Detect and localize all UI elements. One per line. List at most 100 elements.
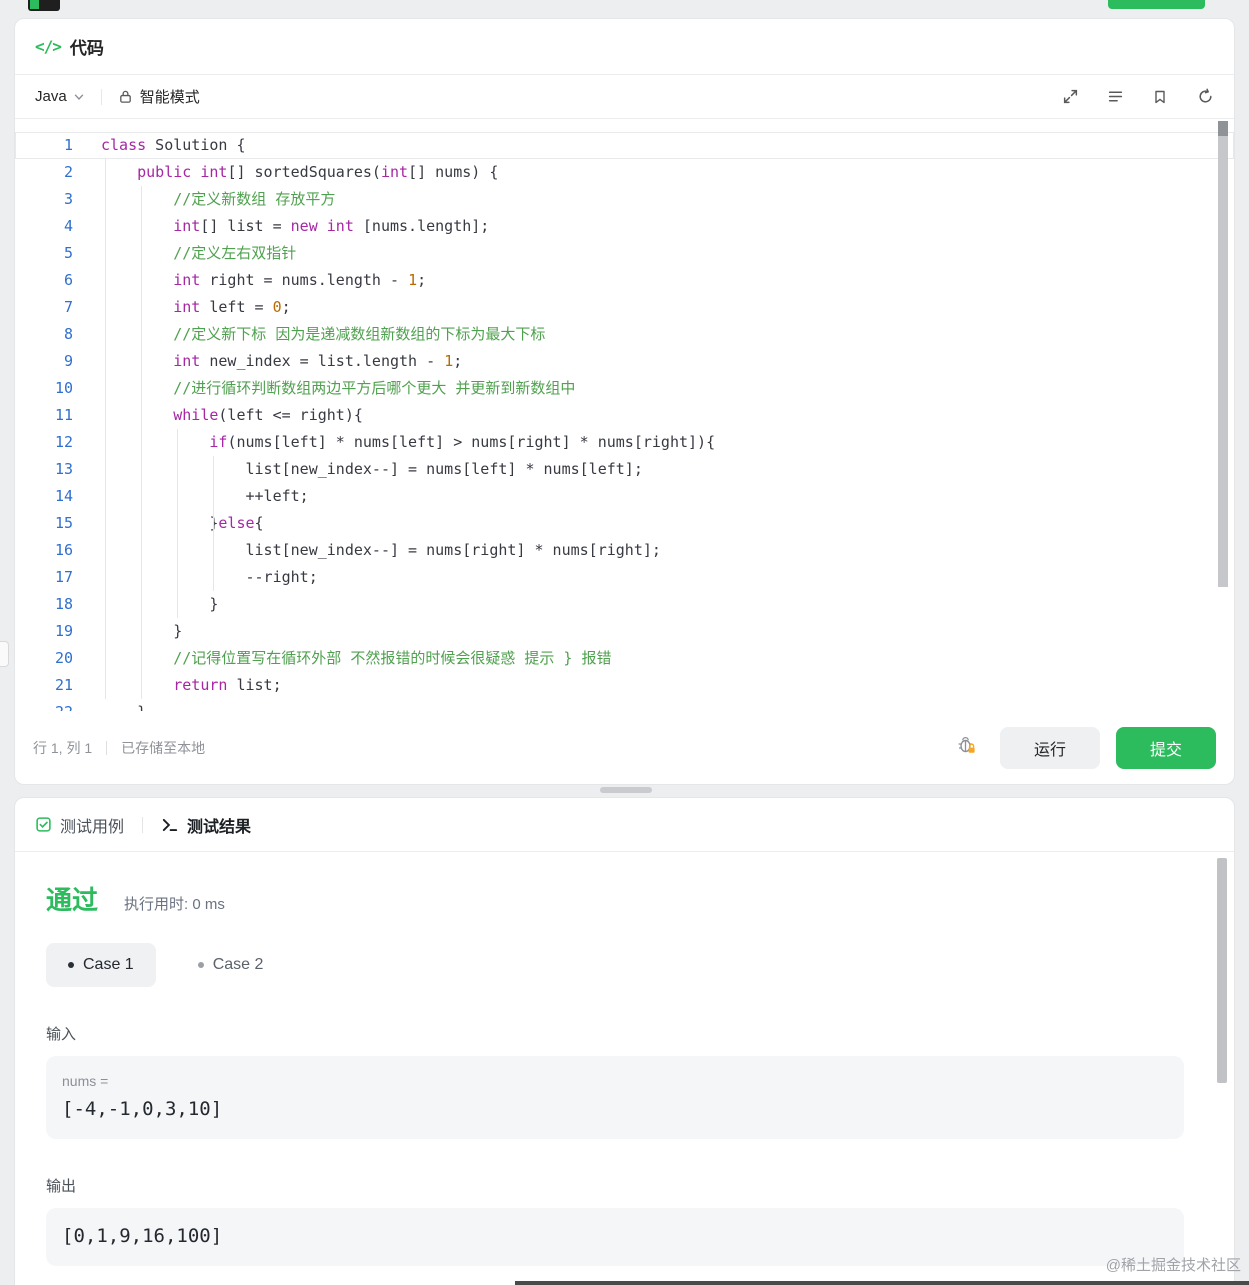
code-line[interactable]: 15 }else{ bbox=[15, 510, 1234, 537]
line-number: 17 bbox=[54, 568, 73, 586]
runtime-value: 0 ms bbox=[192, 896, 225, 913]
code-line[interactable]: 6 int right = nums.length - 1; bbox=[15, 267, 1234, 294]
runtime-label: 执行用时: bbox=[124, 896, 189, 913]
run-button[interactable]: 运行 bbox=[1000, 727, 1100, 769]
tab-testcase[interactable]: 测试用例 bbox=[35, 813, 124, 837]
code-line[interactable]: 11 while(left <= right){ bbox=[15, 402, 1234, 429]
submit-button[interactable]: 提交 bbox=[1116, 727, 1216, 769]
line-number: 12 bbox=[54, 433, 73, 451]
case-1-tab[interactable]: Case 1 bbox=[46, 943, 156, 987]
result-status[interactable]: 通过 bbox=[46, 880, 98, 917]
code-lines: 1 class Solution {2 public int[] sortedSq… bbox=[15, 132, 1234, 711]
line-number: 7 bbox=[63, 298, 73, 316]
code-line[interactable]: 13 list[new_index--] = nums[left] * nums… bbox=[15, 456, 1234, 483]
code-line[interactable]: 19 } bbox=[15, 618, 1234, 645]
indent-guide bbox=[177, 429, 178, 618]
debug-lock-icon[interactable] bbox=[956, 735, 978, 762]
watermark: @稀土掘金技术社区 bbox=[1105, 1257, 1241, 1274]
top-green-chip bbox=[30, 0, 39, 9]
checkbox-icon bbox=[36, 817, 51, 832]
case-bullet-icon bbox=[197, 962, 204, 968]
output-value: [0,1,9,16,100] bbox=[62, 1225, 223, 1247]
testcase-output-box: [0,1,9,16,100] bbox=[46, 1208, 1184, 1266]
status-divider bbox=[106, 741, 108, 755]
line-number: 10 bbox=[54, 379, 73, 397]
line-number: 21 bbox=[54, 676, 73, 694]
code-editor[interactable]: 1 class Solution {2 public int[] sortedSq… bbox=[15, 119, 1234, 711]
top-partial-strip bbox=[0, 0, 1249, 12]
editor-scrollbar-cap[interactable] bbox=[1218, 121, 1228, 136]
bottom-partial-strip bbox=[515, 1281, 1249, 1285]
editor-toolbar: Java 智能模式 bbox=[15, 75, 1234, 119]
input-section-label: 输入 bbox=[46, 1026, 77, 1043]
line-number: 16 bbox=[54, 541, 73, 559]
indent-guide bbox=[141, 186, 142, 699]
code-icon: </> bbox=[35, 37, 62, 56]
language-label: Java bbox=[35, 88, 67, 105]
line-number: 15 bbox=[54, 514, 73, 532]
indent-guide bbox=[105, 159, 106, 699]
line-number: 22 bbox=[15, 699, 73, 711]
line-number: 6 bbox=[63, 271, 73, 289]
panel-resize-handle[interactable] bbox=[600, 787, 652, 793]
testcase-input-box[interactable]: nums = [-4,-1,0,3,10] bbox=[46, 1056, 1184, 1139]
indent-guide bbox=[213, 456, 214, 591]
code-line[interactable]: 7 int left = 0; bbox=[15, 294, 1234, 321]
fullscreen-icon[interactable] bbox=[1061, 88, 1079, 106]
format-lines-icon[interactable] bbox=[1106, 88, 1124, 106]
line-number: 2 bbox=[63, 163, 73, 181]
line-number: 9 bbox=[63, 352, 73, 370]
test-panel-scrollbar[interactable] bbox=[1217, 858, 1227, 1083]
case-tabs: Case 1 Case 2 bbox=[46, 943, 1196, 987]
terminal-icon bbox=[162, 818, 178, 831]
line-number: 3 bbox=[63, 190, 73, 208]
code-panel-title: 代码 bbox=[69, 39, 104, 58]
line-number: 19 bbox=[54, 622, 73, 640]
editor-scrollbar[interactable] bbox=[1218, 136, 1228, 587]
code-line[interactable]: 14 ++left; bbox=[15, 483, 1234, 510]
code-line[interactable]: 17 --right; bbox=[15, 564, 1234, 591]
toolbar-divider bbox=[100, 88, 102, 105]
code-line[interactable]: 10 //进行循环判断数组两边平方后哪个更大 并更新到新数组中 bbox=[15, 375, 1234, 402]
tab-testcase-label: 测试用例 bbox=[60, 818, 125, 836]
chevron-down-icon bbox=[74, 94, 83, 100]
code-line[interactable]: 1 class Solution { bbox=[15, 132, 1234, 159]
code-line[interactable]: 18 } bbox=[15, 591, 1234, 618]
code-line[interactable]: 5 //定义左右双指针 bbox=[15, 240, 1234, 267]
code-line[interactable]: 4 int[] list = new int [nums.length]; bbox=[15, 213, 1234, 240]
top-green-pill bbox=[1108, 0, 1205, 9]
code-line[interactable]: 20 //记得位置写在循环外部 不然报错的时候会很疑惑 提示 } 报错 bbox=[15, 645, 1234, 672]
code-panel: </> 代码 Java 智能模式 1 class Solution {2 pu… bbox=[14, 18, 1235, 785]
case-2-label: Case 2 bbox=[212, 956, 264, 973]
lock-icon bbox=[119, 90, 131, 103]
case-bullet-icon bbox=[68, 962, 74, 968]
code-line[interactable]: 3 //定义新数组 存放平方 bbox=[15, 186, 1234, 213]
cursor-position: 行 1, 列 1 bbox=[33, 740, 93, 756]
save-status: 已存储至本地 bbox=[121, 740, 206, 756]
line-number: 13 bbox=[54, 460, 73, 478]
code-line[interactable]: 12 if(nums[left] * nums[left] > nums[rig… bbox=[15, 429, 1234, 456]
line-number: 4 bbox=[63, 217, 73, 235]
code-line[interactable]: 16 list[new_index--] = nums[right] * num… bbox=[15, 537, 1234, 564]
line-number: 20 bbox=[54, 649, 73, 667]
input-field-name: nums = bbox=[62, 1073, 109, 1089]
code-line[interactable]: 22 } bbox=[15, 699, 1234, 711]
line-number: 1 bbox=[63, 136, 73, 154]
editor-status-bar: 行 1, 列 1 已存储至本地 运行 提交 bbox=[15, 711, 1234, 784]
left-edge-collapse-handle[interactable] bbox=[0, 641, 9, 667]
input-value: [-4,-1,0,3,10] bbox=[62, 1098, 223, 1120]
case-2-tab[interactable]: Case 2 bbox=[176, 943, 286, 987]
line-number: 8 bbox=[63, 325, 73, 343]
test-panel-tabs: 测试用例 测试结果 bbox=[15, 798, 1234, 852]
code-line[interactable]: 9 int new_index = list.length - 1; bbox=[15, 348, 1234, 375]
line-number: 14 bbox=[54, 487, 73, 505]
smart-mode-toggle[interactable]: 智能模式 bbox=[118, 86, 200, 107]
reset-code-icon[interactable] bbox=[1196, 88, 1214, 106]
tab-testresult[interactable]: 测试结果 bbox=[161, 813, 251, 837]
code-line[interactable]: 8 //定义新下标 因为是递减数组新数组的下标为最大下标 bbox=[15, 321, 1234, 348]
code-line[interactable]: 2 public int[] sortedSquares(int[] nums)… bbox=[15, 159, 1234, 186]
bookmark-icon[interactable] bbox=[1151, 88, 1169, 106]
language-select[interactable]: Java bbox=[35, 88, 85, 105]
smart-mode-label: 智能模式 bbox=[139, 89, 200, 106]
code-line[interactable]: 21 return list; bbox=[15, 672, 1234, 699]
